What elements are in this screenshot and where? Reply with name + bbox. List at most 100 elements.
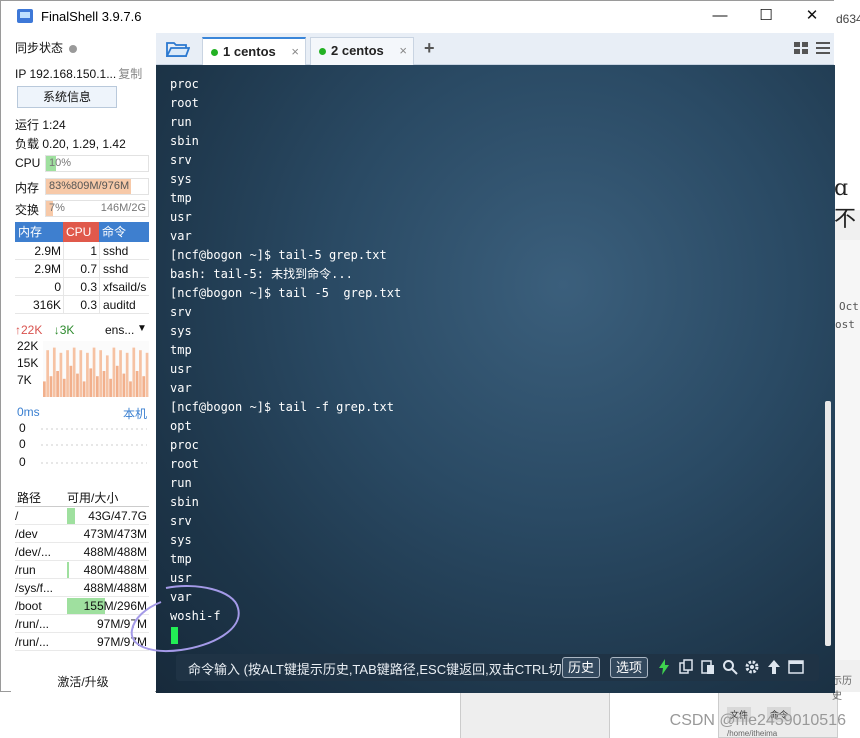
memory-label: 内存	[15, 181, 40, 195]
sync-status: 同步状态	[15, 39, 78, 56]
terminal-line: proc	[170, 438, 199, 452]
gear-icon[interactable]	[744, 659, 760, 675]
table-row[interactable]: /dev/... 488M/488M	[15, 543, 149, 561]
copy-icon[interactable]	[678, 659, 694, 675]
network-chart: 22K 15K 7K	[15, 339, 149, 397]
copy-ip-link[interactable]: 复制	[118, 67, 142, 81]
network-chart-bar	[96, 376, 99, 397]
close-button[interactable]: ✕	[789, 1, 835, 33]
disk-size: 480M/488M	[67, 561, 149, 578]
terminal-line: usr	[170, 362, 192, 376]
sync-status-label: 同步状态	[15, 41, 64, 55]
disk-path: /run/...	[15, 635, 50, 649]
network-chart-bar	[79, 350, 83, 397]
process-memory: 2.9M	[34, 262, 61, 276]
network-chart-bar	[66, 350, 69, 397]
arrow-up-icon[interactable]	[766, 659, 782, 675]
bg-fragment: 示历史	[832, 676, 852, 702]
title-bar: FinalShell 3.9.7.6 — ☐ ✕	[1, 1, 835, 33]
paste-icon[interactable]	[700, 659, 716, 675]
window-icon[interactable]	[788, 659, 804, 675]
disk-path: /boot	[15, 599, 42, 613]
close-tab-icon[interactable]: ×	[291, 39, 299, 65]
tab-centos-2[interactable]: 2 centos ×	[310, 37, 414, 65]
process-command: sshd	[99, 260, 149, 277]
minimize-button[interactable]: —	[697, 1, 743, 33]
history-button[interactable]: 历史	[562, 657, 601, 678]
chevron-down-icon[interactable]: ▼	[137, 323, 147, 334]
terminal-area[interactable]: proc root run sbin srv sys tmp usr var [ncf@bogon…	[130, 65, 835, 693]
process-cpu: 0.3	[63, 278, 99, 295]
background-block	[460, 692, 610, 738]
table-row[interactable]: 2.9M 0.7 sshd	[15, 260, 149, 278]
terminal-scrollbar[interactable]	[825, 401, 831, 646]
terminal-line: sys	[170, 172, 192, 186]
table-row[interactable]: 316K 0.3 auditd	[15, 296, 149, 314]
terminal-line: root	[170, 457, 199, 471]
close-tab-icon[interactable]: ×	[399, 38, 407, 64]
network-chart-bar	[105, 355, 109, 397]
network-chart-bar	[99, 350, 103, 397]
tab-label: 1 centos	[223, 44, 276, 59]
tab-label: 2 centos	[331, 43, 384, 58]
terminal-line: var	[170, 381, 192, 395]
add-tab-button[interactable]: +	[424, 38, 435, 59]
cpu-label: CPU	[15, 156, 41, 170]
table-row[interactable]: 0 0.3 xfsaild/s	[15, 278, 149, 296]
disk-usage-fill	[67, 562, 69, 578]
folder-icon[interactable]	[166, 40, 190, 58]
command-input-bar[interactable]: 命令输入 (按ALT键提示历史,TAB键路径,ESC键返回,双击CTRL切: 历…	[176, 654, 819, 681]
network-interface-select[interactable]: ens...	[105, 323, 134, 337]
network-chart-bar	[76, 373, 79, 397]
terminal-line: srv	[170, 153, 192, 167]
latency-value: 0ms	[17, 405, 40, 419]
network-chart-bar	[92, 347, 96, 397]
network-chart-bar	[59, 352, 63, 397]
terminal-output: proc root run sbin srv sys tmp usr var [ncf@bogon…	[170, 75, 401, 626]
network-chart-bar	[132, 347, 136, 397]
process-command: auditd	[99, 296, 149, 313]
disk-header-path: 路径	[17, 491, 42, 505]
network-chart-bar	[56, 371, 59, 397]
search-icon[interactable]	[722, 659, 738, 675]
connected-status-dot	[211, 49, 218, 57]
options-button[interactable]: 选项	[610, 657, 649, 678]
network-chart-bar	[115, 365, 119, 397]
activate-upgrade-link[interactable]: 激活/升级	[11, 673, 155, 690]
menu-icon[interactable]	[816, 42, 830, 54]
process-header-cpu[interactable]: CPU	[63, 222, 99, 242]
network-chart-bar	[62, 378, 66, 397]
latency-host[interactable]: 本机	[123, 405, 147, 422]
sync-status-dot	[69, 44, 78, 53]
terminal-line: root	[170, 96, 199, 110]
table-row[interactable]: / 43G/47.7G	[15, 507, 149, 525]
command-input-hint[interactable]: 命令输入 (按ALT键提示历史,TAB键路径,ESC键返回,双击CTRL切:	[188, 659, 565, 678]
maximize-button[interactable]: ☐	[743, 1, 789, 33]
tab-centos-1[interactable]: 1 centos ×	[202, 37, 306, 65]
terminal-line: var	[170, 229, 192, 243]
terminal-line: tmp	[170, 552, 192, 566]
network-chart-bar	[86, 352, 89, 397]
network-axis-label: 22K	[17, 339, 39, 353]
connected-status-dot	[319, 48, 326, 56]
process-command: sshd	[99, 242, 149, 259]
swap-detail: 146M/2G	[100, 202, 146, 214]
process-header-command[interactable]: 命令	[99, 222, 149, 242]
table-row[interactable]: /dev 473M/473M	[15, 525, 149, 543]
latency-panel: 0ms 本机 0 0 0	[15, 403, 149, 473]
lightning-icon[interactable]	[656, 659, 672, 675]
system-info-button[interactable]: 系统信息	[17, 86, 117, 108]
layout-grid-icon[interactable]	[794, 42, 808, 54]
uptime: 运行 1:24	[15, 118, 66, 132]
terminal-line: sbin	[170, 134, 199, 148]
network-axis-label: 7K	[17, 373, 32, 387]
network-chart-bar	[142, 376, 146, 397]
network-chart-bar	[119, 350, 122, 397]
table-row[interactable]: 2.9M 1 sshd	[15, 242, 149, 260]
network-header: ↑22K ↓3K ens... ▼	[15, 323, 149, 339]
process-header-memory[interactable]: 内存	[15, 222, 63, 242]
network-chart-bar	[112, 347, 116, 397]
background-window-right: d634 ɑ 不	[834, 0, 860, 232]
table-row[interactable]: /run 480M/488M	[15, 561, 149, 579]
terminal-line: opt	[170, 419, 192, 433]
